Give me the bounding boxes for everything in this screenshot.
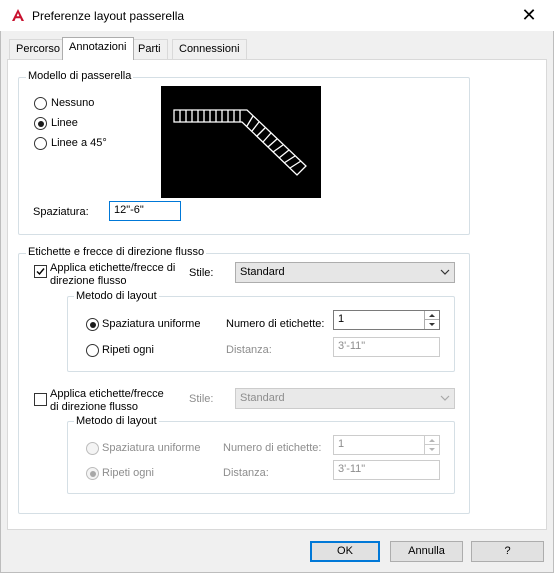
count-stepper-1[interactable]: 1 — [333, 310, 440, 330]
style-select-1[interactable]: Standard — [235, 262, 455, 283]
spin-down-icon — [429, 448, 435, 451]
radio-linee-label[interactable]: Linee — [51, 117, 78, 129]
cable-tray-preview-drawing — [173, 109, 307, 176]
cable-tray-preview — [161, 86, 321, 198]
count-stepper-2-value: 1 — [338, 438, 345, 450]
apply-labels-1-line2[interactable]: direzione flusso — [50, 275, 126, 287]
spin-buttons-1 — [424, 311, 439, 329]
title-bar: Preferenze layout passerella ✕ — [0, 0, 554, 31]
apply-labels-2-line2[interactable]: di direzione flusso — [50, 401, 138, 413]
close-button[interactable]: ✕ — [517, 3, 541, 27]
spin-up-icon — [429, 439, 435, 442]
radio-linee[interactable] — [34, 117, 47, 130]
tab-annotazioni[interactable]: Annotazioni — [62, 37, 134, 60]
apply-labels-checkbox-1[interactable] — [34, 265, 47, 278]
label-distance-1: Distanza: — [226, 344, 272, 356]
tab-connessioni[interactable]: Connessioni — [172, 39, 247, 59]
spin-up-button-2[interactable] — [425, 436, 439, 445]
spin-up-icon — [429, 314, 435, 317]
tab-parti[interactable]: Parti — [131, 39, 168, 59]
layout-method-title-1: Metodo di layout — [74, 290, 159, 302]
label-count-1: Numero di etichette: — [226, 318, 325, 330]
style-label-1: Stile: — [189, 267, 214, 279]
apply-labels-1-line1[interactable]: Applica etichette/frecce di — [50, 262, 175, 274]
apply-labels-2-line1[interactable]: Applica etichette/frecce — [50, 388, 164, 400]
checkmark-icon — [36, 268, 45, 276]
ok-button[interactable]: OK — [310, 541, 380, 562]
spin-buttons-2 — [424, 436, 439, 454]
radio-repeat-1[interactable] — [86, 344, 99, 357]
radio-nessuno-label[interactable]: Nessuno — [51, 97, 94, 109]
chevron-down-icon — [440, 395, 450, 401]
layout-method-title-2: Metodo di layout — [74, 415, 159, 427]
app-logo-icon — [12, 9, 24, 21]
tab-percorso[interactable]: Percorso — [9, 39, 68, 59]
apply-labels-checkbox-2[interactable] — [34, 393, 47, 406]
radio-linee-45-label[interactable]: Linee a 45° — [51, 137, 107, 149]
radio-uniform-2-label[interactable]: Spaziatura uniforme — [102, 442, 200, 454]
layout-method-groupbox-2 — [67, 421, 455, 494]
label-count-2: Numero di etichette: — [223, 442, 322, 454]
distance-input-2[interactable]: 3'-11" — [333, 460, 440, 480]
spin-down-button-2[interactable] — [425, 445, 439, 454]
spin-down-icon — [429, 323, 435, 326]
count-stepper-1-value: 1 — [338, 313, 345, 325]
style-select-1-value: Standard — [240, 266, 285, 278]
cancel-button[interactable]: Annulla — [390, 541, 463, 562]
window-title: Preferenze layout passerella — [32, 9, 185, 23]
distance-input-1[interactable]: 3'-11" — [333, 337, 440, 357]
chevron-down-icon — [440, 269, 450, 275]
radio-linee-45[interactable] — [34, 137, 47, 150]
radio-uniform-2[interactable] — [86, 442, 99, 455]
spacing-label: Spaziatura: — [33, 206, 89, 218]
help-button[interactable]: ? — [471, 541, 544, 562]
radio-uniform-1-label[interactable]: Spaziatura uniforme — [102, 318, 200, 330]
radio-uniform-1[interactable] — [86, 318, 99, 331]
radio-repeat-2[interactable] — [86, 467, 99, 480]
style-select-2[interactable]: Standard — [235, 388, 455, 409]
radio-repeat-1-label[interactable]: Ripeti ogni — [102, 344, 154, 356]
style-label-2: Stile: — [189, 393, 214, 405]
radio-repeat-2-label[interactable]: Ripeti ogni — [102, 467, 154, 479]
model-group-title: Modello di passerella — [26, 70, 134, 82]
label-distance-2: Distanza: — [223, 467, 269, 479]
spin-up-button-1[interactable] — [425, 311, 439, 320]
count-stepper-2[interactable]: 1 — [333, 435, 440, 455]
layout-method-groupbox-1 — [67, 296, 455, 372]
labels-group-title: Etichette e frecce di direzione flusso — [26, 246, 207, 258]
style-select-2-value: Standard — [240, 392, 285, 404]
radio-nessuno[interactable] — [34, 97, 47, 110]
spacing-input[interactable]: 12"-6" — [109, 201, 181, 221]
spin-down-button-1[interactable] — [425, 320, 439, 329]
